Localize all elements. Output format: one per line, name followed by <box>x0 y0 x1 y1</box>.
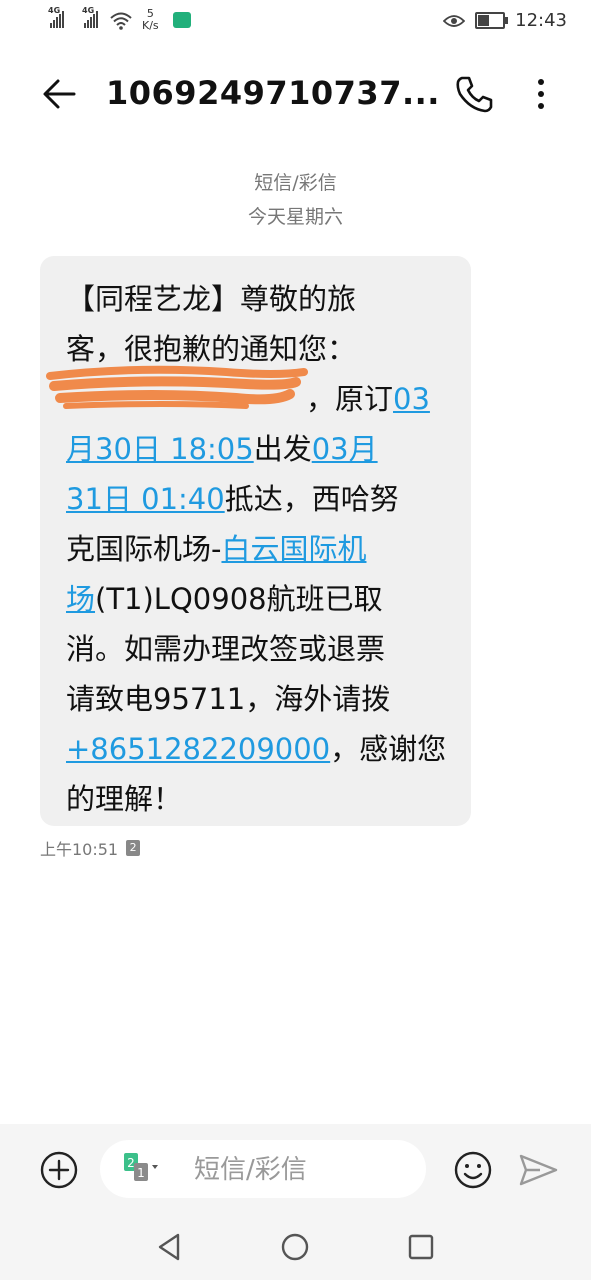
sim-badge: 2 <box>126 840 141 856</box>
wifi-icon <box>110 12 132 30</box>
nav-home-icon[interactable] <box>281 1233 309 1261</box>
message-bubble[interactable]: 【同程艺龙】尊敬的旅 客，很抱歉的通知您： ，原订03 月30日 18:05出发… <box>40 256 471 826</box>
speed-unit: K/s <box>142 19 159 32</box>
message-input-pill: 2 1 <box>100 1140 426 1198</box>
message-text: 的理解！ <box>66 782 183 816</box>
message-input[interactable] <box>192 1150 416 1190</box>
message-line: 【同程艺龙】尊敬的旅 <box>66 274 449 324</box>
more-options-icon[interactable] <box>526 72 556 116</box>
message-text: 克国际机场- <box>66 532 222 566</box>
message-text: ，原订 <box>306 382 394 416</box>
message-type-label: 短信/彩信 <box>254 172 337 194</box>
message-line: 克国际机场-白云国际机 <box>66 524 449 574</box>
send-icon[interactable] <box>518 1152 558 1188</box>
eye-comfort-icon <box>443 14 466 27</box>
phone-call-icon[interactable] <box>452 72 496 116</box>
message-line: 场(T1)LQ0908航班已取 <box>66 574 449 624</box>
conversation-title: 1069249710737... <box>106 74 440 112</box>
notification-app-icon <box>172 12 191 28</box>
sim2-network-label: 4G <box>82 6 95 15</box>
nav-back-icon[interactable] <box>156 1232 182 1262</box>
sim-switch-label: 2 <box>127 1156 135 1170</box>
message-text: 抵达，西哈努 <box>224 482 399 516</box>
departure-date-link[interactable]: 月30日 18:05 <box>66 432 254 466</box>
arrival-date-link[interactable]: 31日 01:40 <box>66 482 225 516</box>
status-left: 4G 4G 5 K/s <box>48 6 191 32</box>
message-line: +8651282209000，感谢您 <box>66 724 449 774</box>
message-text: 消。如需办理改签或退票 <box>66 632 386 666</box>
sim-switch-sub: 1 <box>137 1166 145 1180</box>
airport-link[interactable]: 场 <box>66 582 95 616</box>
message-line: 31日 01:40抵达，西哈努 <box>66 474 449 524</box>
status-bar: 4G 4G 5 K/s 12:43 <box>0 0 591 44</box>
status-time: 12:43 <box>515 10 567 31</box>
emoji-icon[interactable] <box>454 1151 492 1189</box>
arrival-date-link[interactable]: 03月 <box>312 432 378 466</box>
sim-switch-icon[interactable]: 2 1 <box>124 1153 158 1183</box>
signal-sim2-icon: 4G <box>82 6 98 28</box>
add-attachment-icon[interactable] <box>40 1151 78 1189</box>
nav-recents-icon[interactable] <box>408 1234 434 1260</box>
composer-bar: 2 1 <box>0 1124 591 1280</box>
message-time-text: 上午10:51 <box>40 840 119 859</box>
back-arrow-icon[interactable] <box>38 72 82 116</box>
message-text: 【同程艺龙】尊敬的旅 <box>66 282 357 316</box>
intl-phone-link[interactable]: +8651282209000 <box>66 732 330 766</box>
app-bar: 1069249710737... <box>0 50 591 140</box>
redaction-scribble <box>46 365 308 409</box>
network-speed: 5 K/s <box>142 8 159 32</box>
message-text: ，感谢您 <box>330 732 447 766</box>
message-text: 出发 <box>253 432 312 466</box>
system-nav-bar <box>0 1222 591 1272</box>
departure-date-link[interactable]: 03 <box>393 382 430 416</box>
message-line: 的理解！ <box>66 774 449 824</box>
status-right: 12:43 <box>443 10 567 31</box>
message-text: (T1)LQ0908航班已取 <box>95 582 383 616</box>
airport-link[interactable]: 白云国际机 <box>221 532 366 566</box>
message-text: 客，很抱歉的通知您： <box>66 332 357 366</box>
message-line: 消。如需办理改签或退票 <box>66 624 449 674</box>
message-timestamp: 上午10:51 2 <box>40 836 141 860</box>
battery-icon <box>475 12 509 29</box>
message-line: 请致电95711，海外请拨 <box>66 674 449 724</box>
message-line: 月30日 18:05出发03月 <box>66 424 449 474</box>
signal-sim1-icon: 4G <box>48 6 64 28</box>
date-separator: 今天星期六 <box>247 206 343 228</box>
message-text: 请致电95711，海外请拨 <box>66 682 391 716</box>
sim1-network-label: 4G <box>48 6 61 15</box>
